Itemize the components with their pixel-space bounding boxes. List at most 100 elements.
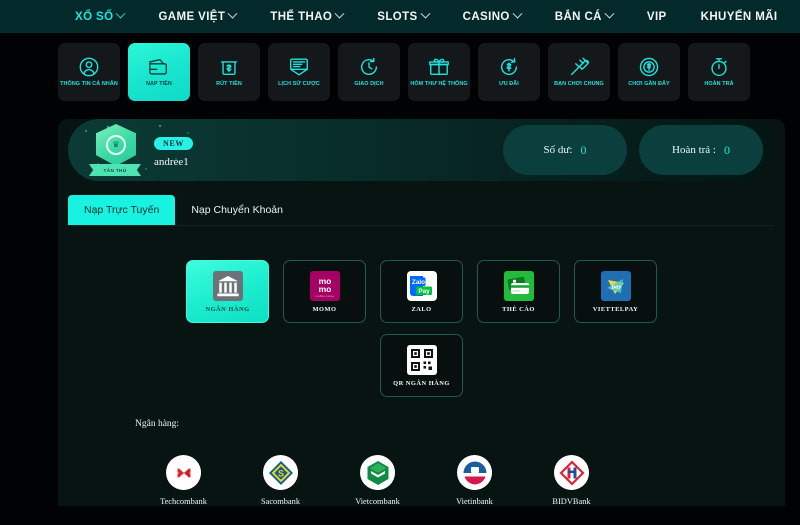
nav-item-0[interactable]: XỔ SỐ [58,11,141,23]
bank-item-vietcombank[interactable]: Vietcombank [329,455,426,506]
balance-group: Số dư: 0 Hoàn trả : 0 [503,125,775,175]
profile-text-group: NEW andree1 [154,133,193,168]
toolbar-item-8[interactable]: CHƠI GẦN ĐÂY [618,43,680,101]
bet-history-icon [288,56,310,78]
profile-banner: ♛ TÂN THỦ NEW andree1 Số dư: 0 Hoàn trả … [68,119,775,181]
deposit-tab-1[interactable]: Nạp Chuyển Khoản [175,195,299,225]
account-toolbar: THÔNG TIN CÁ NHÂN NẠP TIỀN RÚT TIỀN LỊCH SỬ… [0,33,800,111]
gift-icon [428,56,450,78]
nav-item-4[interactable]: CASINO [446,11,538,23]
toolbar-item-2[interactable]: RÚT TIỀN [198,43,260,101]
scratch-card-icon [504,271,534,301]
bank-item-techcombank[interactable]: Techcombank [135,455,232,506]
toolbar-item-3[interactable]: LỊCH SỬ CƯỢC [268,43,330,101]
chevron-down-icon [604,9,614,19]
svg-text:S: S [277,468,283,478]
rank-ribbon-label: TÂN THỦ [89,164,141,176]
bank-section: Ngân hàng: Techcombank SSacombank Vietcomb… [58,419,785,506]
vietcombank-logo-icon [360,455,395,490]
qr-code-icon [407,345,437,375]
nav-item-label: BẮN CÁ [555,11,602,23]
nav-item-3[interactable]: SLOTS [360,11,445,23]
bank-item-sacombank[interactable]: SSacombank [232,455,329,506]
wallet-icon [148,56,170,78]
chevron-down-icon [335,9,345,19]
payment-method-label: VIETTELPAY [593,306,639,313]
coin-chip-icon [638,56,660,78]
bank-name-label: Techcombank [160,497,207,506]
toolbar-item-label: NẠP TIỀN [145,81,173,88]
top-navigation-bar: XỔ SỐ GAME VIỆT THỂ THAO SLOTS CASINO BẮN CÁ V… [0,0,800,33]
nav-item-5[interactable]: BẮN CÁ [538,11,630,23]
svg-text:mobile money: mobile money [315,294,334,298]
bank-section-label: Ngân hàng: [135,419,785,429]
nav-item-8[interactable]: HỖ [794,11,800,23]
payment-method-thẻ-cào[interactable]: THẺ CÀO [477,260,560,323]
toolbar-item-label: RÚT TIỀN [215,81,243,88]
toolbar-item-7[interactable]: BẠN CHƠI CHUNG [548,43,610,101]
toolbar-item-0[interactable]: THÔNG TIN CÁ NHÂN [58,43,120,101]
vip-rank-badge: ♛ TÂN THỦ [94,124,138,176]
payment-method-ngân-hàng[interactable]: NGÂN HÀNG [186,260,269,323]
svg-text:mo: mo [318,284,331,294]
toolbar-item-label: HÒM THƯ HỆ THỐNG [409,81,468,88]
user-circle-icon [78,56,100,78]
nav-item-label: VIP [647,11,667,23]
chevron-down-icon [512,9,522,19]
nav-item-label: THỂ THAO [270,11,332,23]
bank-building-icon [213,271,243,301]
deposit-tab-0[interactable]: Nạp Trực Tuyến [68,195,175,225]
rebate-value: 0 [724,143,730,158]
payment-method-qr-ngân-hàng[interactable]: QR NGÂN HÀNG [380,334,463,397]
payment-method-label: THẺ CÀO [502,306,535,313]
toolbar-item-4[interactable]: GIAO DỊCH [338,43,400,101]
svg-text:Pay: Pay [418,288,430,295]
nav-item-label: CASINO [463,11,510,23]
nav-item-1[interactable]: GAME VIỆT [141,11,253,23]
toolbar-item-label: LỊCH SỬ CƯỢC [277,81,321,88]
toolbar-item-label: CHƠI GẦN ĐÂY [627,81,670,88]
nav-item-6[interactable]: VIP [630,11,684,23]
payment-method-label: NGÂN HÀNG [205,306,249,313]
payment-method-row-1: NGÂN HÀNGmomomobile moneyMOMOZaloPayZALO… [58,260,785,323]
deposit-tabs: Nạp Trực TuyếnNạp Chuyển Khoản [68,195,775,226]
payment-method-row-2: QR NGÂN HÀNG [58,334,785,397]
svg-text:pay: pay [610,284,622,290]
toolbar-item-5[interactable]: HÒM THƯ HỆ THỐNG [408,43,470,101]
rebate-box[interactable]: Hoàn trả : 0 [639,125,763,175]
bank-item-vietinbank[interactable]: Vietinbank [426,455,523,506]
toolbar-item-label: HOÀN TRẢ [703,81,734,88]
zalopay-logo-icon: Zalo Pay [407,271,437,301]
friends-icon [568,56,590,78]
new-badge: NEW [154,137,193,150]
toolbar-item-6[interactable]: ƯU ĐÃI [478,43,540,101]
nav-item-label: XỔ SỐ [75,11,113,23]
balance-label: Số dư: [544,144,573,156]
stopwatch-icon [708,56,730,78]
payment-method-viettelpay[interactable]: pay VIETTELPAY [574,260,657,323]
payment-method-zalo[interactable]: ZaloPayZALO [380,260,463,323]
nav-item-7[interactable]: KHUYẾN MÃI [684,11,795,23]
nav-item-label: SLOTS [377,11,417,23]
bank-name-label: Vietinbank [456,497,493,506]
svg-text:Zalo: Zalo [411,279,424,286]
toolbar-item-1[interactable]: NẠP TIỀN [128,43,190,101]
vietinbank-logo-icon [457,455,492,490]
balance-value: 0 [580,143,586,158]
bank-name-label: Vietcombank [355,497,400,506]
balance-box[interactable]: Số dư: 0 [503,125,627,175]
payment-method-label: QR NGÂN HÀNG [393,380,450,387]
nav-item-2[interactable]: THỂ THAO [253,11,360,23]
chevron-down-icon [420,9,430,19]
bank-list: Techcombank SSacombank Vietcombank Vietinba… [135,455,785,506]
toolbar-item-9[interactable]: HOÀN TRẢ [688,43,750,101]
toolbar-item-label: THÔNG TIN CÁ NHÂN [59,81,119,88]
toolbar-item-label: ƯU ĐÃI [498,81,520,88]
payment-method-momo[interactable]: momomobile moneyMOMO [283,260,366,323]
sacombank-logo-icon: S [263,455,298,490]
bank-name-label: BIDVBank [552,497,590,506]
bank-item-bidvbank[interactable]: BIDVBank [523,455,620,506]
viettelpay-logo-icon: pay [601,271,631,301]
payment-method-label: MOMO [312,306,336,313]
crown-icon: ♛ [106,135,126,155]
